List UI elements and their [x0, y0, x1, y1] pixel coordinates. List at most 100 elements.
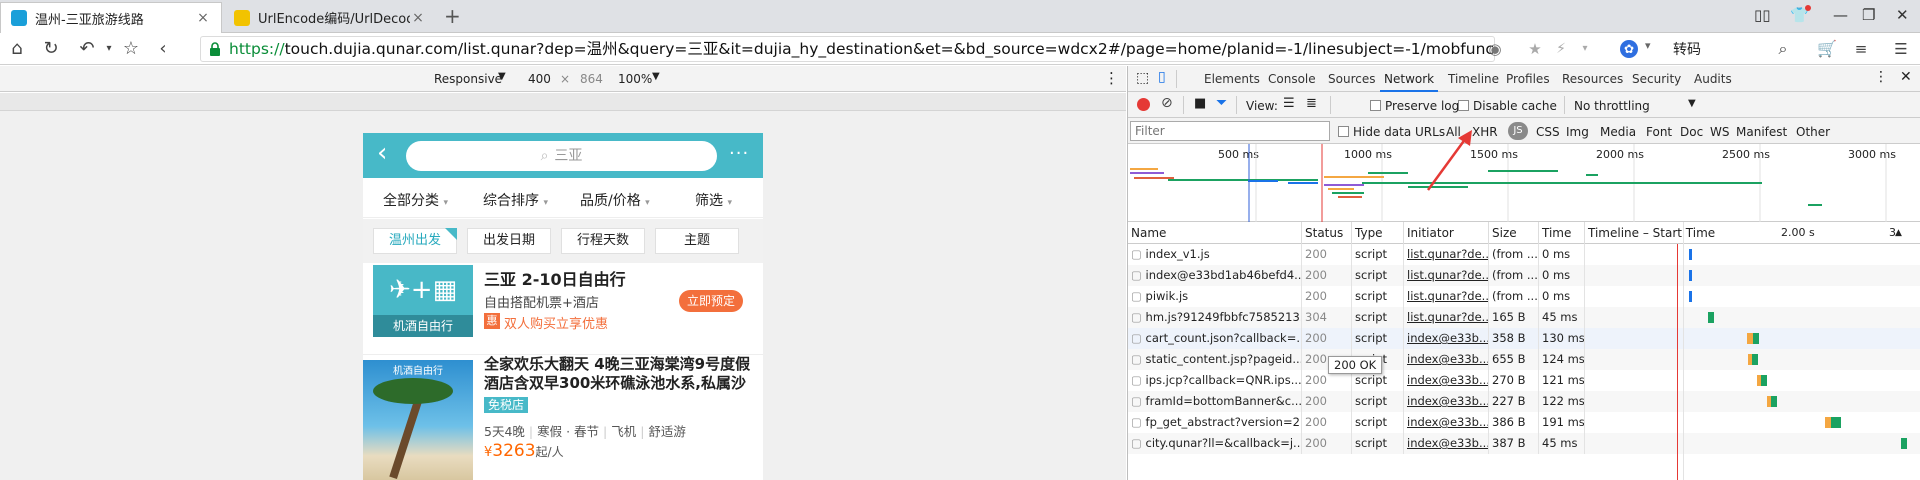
filter-media[interactable]: Media: [1600, 125, 1636, 139]
tab-resources[interactable]: Resources: [1562, 72, 1623, 86]
more-options-icon[interactable]: ⋮: [1104, 69, 1119, 87]
close-window-icon[interactable]: ✕: [1896, 6, 1909, 24]
col-status[interactable]: Status: [1302, 222, 1352, 244]
filter-funnel-icon[interactable]: ⏷: [1216, 95, 1227, 111]
close-tab-icon[interactable]: ×: [410, 10, 426, 26]
minimize-icon[interactable]: —: [1833, 6, 1848, 24]
book-now-button[interactable]: 立即预定: [679, 290, 743, 312]
request-initiator[interactable]: list.qunar?de...: [1404, 286, 1489, 307]
table-row[interactable]: ▢ static_content.jsp?pageid...200scripti…: [1128, 349, 1920, 370]
col-initiator[interactable]: Initiator: [1404, 222, 1489, 244]
reload-icon[interactable]: ↻: [40, 38, 62, 60]
table-row[interactable]: ▢ index@e33bd1ab46befd4... 200 script list.…: [1128, 265, 1920, 286]
request-initiator[interactable]: index@e33b...: [1404, 391, 1489, 412]
table-row[interactable]: ▢ framId=bottomBanner&c... 200 script index…: [1128, 391, 1920, 412]
undo-icon[interactable]: ↶: [76, 38, 98, 60]
more-icon[interactable]: ···: [729, 143, 749, 164]
baidu-paw-icon[interactable]: ✿: [1620, 40, 1638, 58]
request-initiator[interactable]: index@e33b...: [1404, 328, 1489, 349]
favorite-star-icon[interactable]: ★: [1524, 38, 1546, 60]
menu-icon[interactable]: ≡: [1850, 38, 1872, 60]
col-type[interactable]: Type: [1352, 222, 1404, 244]
url-input[interactable]: https://touch.dujia.qunar.com/list.qunar…: [200, 36, 1495, 62]
back-arrow-icon[interactable]: ‹: [377, 140, 387, 166]
chevron-down-icon[interactable]: ▼: [1688, 98, 1696, 109]
product-card[interactable]: 机酒自由行 全家欢乐大翻天 4晚三亚海棠湾9号度假酒店含双早300米环礁泳池水系…: [363, 355, 763, 480]
chevron-down-icon[interactable]: ▼: [498, 71, 506, 82]
compat-mode-icon[interactable]: ◉: [1484, 38, 1506, 60]
tab-network[interactable]: Network: [1384, 72, 1434, 86]
request-initiator[interactable]: list.qunar?de...: [1404, 265, 1489, 286]
chip-days[interactable]: 行程天数: [561, 228, 645, 254]
tab-timeline[interactable]: Timeline: [1448, 72, 1499, 86]
inspect-element-icon[interactable]: ⬚: [1136, 70, 1149, 86]
split-view-icon[interactable]: ▯▯: [1754, 6, 1771, 24]
filter-quality-price[interactable]: 品质/价格 ▾: [580, 190, 650, 210]
table-row[interactable]: ▢ cart_count.json?callback=... 200 script i…: [1128, 328, 1920, 349]
menu-icon[interactable]: ☰: [1890, 38, 1912, 60]
device-mode-icon[interactable]: ▯: [1158, 69, 1166, 85]
filter-ws[interactable]: WS: [1710, 125, 1729, 139]
chevron-down-icon[interactable]: ▾: [98, 38, 120, 60]
tab-elements[interactable]: Elements: [1204, 72, 1260, 86]
restore-icon[interactable]: ❐: [1862, 6, 1875, 24]
table-row[interactable]: ▢ hm.js?91249fbbfc7585213... 304 script lis…: [1128, 307, 1920, 328]
capture-screenshots-icon[interactable]: ■: [1194, 96, 1206, 111]
home-icon[interactable]: ⌂: [6, 38, 28, 60]
product-card[interactable]: ✈+▦ 机酒自由行 三亚 2-10日自由行 自由搭配机票+酒店 惠 双人购买立享…: [363, 263, 763, 355]
request-initiator[interactable]: list.qunar?de...: [1404, 244, 1489, 265]
browser-tab[interactable]: UrlEncode编码/UrlDecode解 ×: [224, 2, 436, 33]
cart-icon[interactable]: 🛒: [1816, 38, 1838, 60]
search-icon[interactable]: ⌕: [1772, 38, 1794, 60]
col-size[interactable]: Size: [1489, 222, 1539, 244]
close-tab-icon[interactable]: ×: [195, 10, 211, 26]
viewport-width-input[interactable]: 400: [528, 72, 551, 86]
tab-console[interactable]: Console: [1268, 72, 1316, 86]
request-initiator[interactable]: index@e33b...: [1404, 433, 1489, 454]
mobile-search-input[interactable]: ⌕ 三亚: [406, 141, 717, 171]
filter-manifest[interactable]: Manifest: [1736, 125, 1787, 139]
search-engine-input[interactable]: 转码: [1673, 39, 1701, 59]
filter-css[interactable]: CSS: [1536, 125, 1560, 139]
filter-screen[interactable]: 筛选 ▾: [695, 190, 732, 210]
browser-tab-active[interactable]: 温州-三亚旅游线路 ×: [0, 2, 222, 33]
table-row[interactable]: ▢ index_v1.js 200 script list.qunar?de... (f…: [1128, 244, 1920, 265]
filter-other[interactable]: Other: [1796, 125, 1830, 139]
table-row[interactable]: ▢ fp_get_abstract?version=2... 200 script i…: [1128, 412, 1920, 433]
chip-date[interactable]: 出发日期: [467, 228, 551, 254]
record-icon[interactable]: [1137, 98, 1150, 111]
tab-profiles[interactable]: Profiles: [1506, 72, 1550, 86]
filter-img[interactable]: Img: [1566, 125, 1589, 139]
filter-js[interactable]: JS: [1508, 122, 1528, 140]
large-rows-icon[interactable]: ☰: [1283, 96, 1295, 111]
chevron-down-icon[interactable]: ▼: [652, 71, 660, 82]
table-row[interactable]: ▢ piwik.js 200 script list.qunar?de... (from…: [1128, 286, 1920, 307]
col-timeline[interactable]: Timeline – Start Time 2.00 s 3 ▲: [1585, 222, 1920, 244]
filter-doc[interactable]: Doc: [1680, 125, 1703, 139]
disable-cache-checkbox[interactable]: Disable cache: [1458, 99, 1557, 113]
more-options-icon[interactable]: ⋮: [1874, 69, 1888, 85]
tab-security[interactable]: Security: [1632, 72, 1681, 86]
chevron-down-icon[interactable]: ▾: [1645, 39, 1651, 52]
throttling-select[interactable]: No throttling: [1574, 99, 1650, 113]
chevron-down-icon[interactable]: ▾: [1574, 38, 1596, 60]
chip-theme[interactable]: 主题: [655, 228, 739, 254]
table-row[interactable]: ▢ ips.jcp?callback=QNR.ips.... 200 script i…: [1128, 370, 1920, 391]
filter-input[interactable]: [1130, 121, 1330, 141]
close-devtools-icon[interactable]: ✕: [1900, 69, 1912, 85]
request-initiator[interactable]: index@e33b...: [1404, 412, 1489, 433]
col-time[interactable]: Time: [1539, 222, 1585, 244]
preserve-log-checkbox[interactable]: Preserve log: [1370, 99, 1459, 113]
device-select[interactable]: Responsive: [434, 72, 502, 86]
flash-icon[interactable]: ⚡: [1550, 38, 1572, 60]
viewport-height-input[interactable]: 864: [580, 72, 603, 86]
request-initiator[interactable]: list.qunar?de...: [1404, 307, 1489, 328]
request-initiator[interactable]: index@e33b...: [1404, 349, 1489, 370]
tab-audits[interactable]: Audits: [1694, 72, 1732, 86]
zoom-select[interactable]: 100%: [618, 72, 652, 86]
filter-sort[interactable]: 综合排序 ▾: [483, 190, 548, 210]
bookmark-star-icon[interactable]: ☆: [120, 38, 142, 60]
request-initiator[interactable]: index@e33b...: [1404, 370, 1489, 391]
overview-icon[interactable]: ≣: [1306, 96, 1317, 111]
table-row[interactable]: ▢ city.qunar?ll=&callback=j... 200 script i…: [1128, 433, 1920, 454]
